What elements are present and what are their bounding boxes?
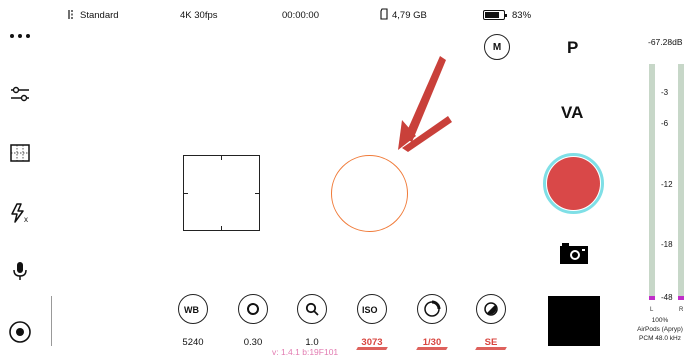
zoom-icon (305, 302, 319, 316)
record-button[interactable] (543, 153, 604, 214)
zoom-button[interactable] (297, 294, 327, 324)
meter-tick: -18 (661, 240, 673, 249)
flash-off-icon: x (11, 203, 28, 224)
media-thumbnail[interactable] (548, 296, 600, 346)
manual-mode-label: M (492, 41, 502, 53)
exposure-circle[interactable] (331, 155, 408, 232)
version-label: v: 1.4.1 b:19F101 (272, 347, 339, 357)
iso-button[interactable]: ISO (357, 294, 387, 324)
meter-right-label: R (679, 307, 684, 313)
meter-right-bar (678, 64, 684, 300)
tint-button[interactable] (238, 294, 268, 324)
resolution-label[interactable]: 4K 30fps (180, 10, 218, 21)
target-icon (9, 321, 31, 343)
more-button[interactable] (6, 22, 34, 50)
exposure-button[interactable] (476, 294, 506, 324)
meter-tick: -3 (661, 88, 669, 97)
mode-p-button[interactable]: P (567, 38, 578, 58)
audio-peak-label: -67.28dB (648, 37, 683, 47)
stabilization-icon (68, 10, 73, 19)
shutter-value: 1/30 (407, 337, 457, 348)
settings-button[interactable] (6, 80, 34, 108)
more-dots-icon (10, 34, 30, 38)
record-dot (547, 157, 600, 210)
white-balance-button[interactable]: WB (178, 294, 208, 324)
status-bar: Standard 4K 30fps 00:00:00 4,79 GB 83% (0, 0, 688, 28)
svg-text:WB: WB (184, 305, 199, 315)
svg-text:ISO: ISO (362, 305, 378, 315)
audio-level-label: 100% (651, 317, 669, 324)
storage-label: 4,79 GB (392, 10, 427, 21)
svg-text:x: x (24, 215, 28, 224)
meter-left-bar (649, 64, 655, 300)
grid-button[interactable] (6, 139, 34, 167)
meter-tick: -48 (661, 293, 673, 302)
meter-tick: -12 (661, 180, 673, 189)
annotation-arrow-icon (398, 56, 452, 152)
target-button[interactable] (6, 318, 34, 346)
grid-frame-icon (10, 144, 30, 162)
focus-box[interactable] (183, 155, 260, 231)
audio-format-label: PCM 48.0 kHz (639, 335, 681, 342)
battery-percent: 83% (512, 10, 532, 21)
iso-value: 3073 (347, 337, 397, 348)
meter-left-label: L (650, 307, 654, 313)
meter-right-peak (678, 296, 684, 300)
white-balance-value: 5240 (182, 337, 204, 348)
sidebar-divider (51, 296, 52, 346)
shutter-icon (424, 300, 441, 317)
tint-icon (247, 303, 259, 315)
tint-value: 0.30 (243, 337, 263, 348)
exposure-icon (484, 302, 498, 316)
audio-device-label[interactable]: AirPods (Apryp) (632, 325, 688, 334)
mode-va-button[interactable]: VA (561, 103, 583, 123)
exposure-value: SE (466, 337, 516, 348)
manual-mode-button[interactable]: M (484, 34, 510, 60)
sd-card-icon (380, 8, 388, 20)
iso-icon: ISO (362, 305, 378, 315)
settings-sliders-icon (11, 86, 29, 102)
stabilization-label[interactable]: Standard (80, 10, 119, 21)
shutter-button[interactable] (417, 294, 447, 324)
microphone-button[interactable] (6, 257, 34, 285)
meter-left-peak (649, 296, 655, 300)
battery-icon (483, 10, 507, 20)
white-balance-icon: WB (184, 305, 199, 315)
flash-button[interactable]: x (6, 199, 34, 227)
camera-icon[interactable] (558, 242, 590, 266)
microphone-icon (13, 262, 27, 280)
meter-tick: -6 (661, 119, 669, 128)
timecode: 00:00:00 (282, 10, 319, 21)
